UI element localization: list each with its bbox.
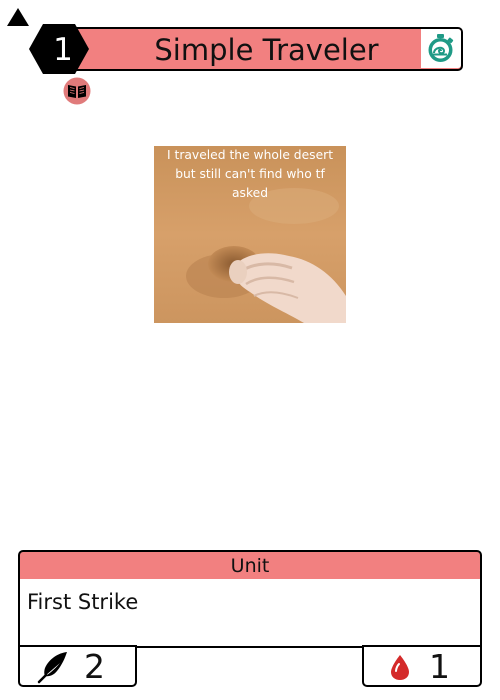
health-value: 1 xyxy=(429,647,450,686)
game-card[interactable]: Simple Traveler 1 I traveled the whole d… xyxy=(0,0,500,700)
timer-badge[interactable] xyxy=(421,29,461,68)
card-text-box: First Strike xyxy=(18,579,482,648)
health-stat: 1 xyxy=(362,645,482,687)
energy-cost-value: 1 xyxy=(53,32,73,68)
feather-quill-icon xyxy=(37,652,67,684)
card-name: Simple Traveler xyxy=(154,33,379,67)
energy-cost-hex: 1 xyxy=(28,22,90,76)
open-book-icon[interactable] xyxy=(63,77,91,105)
snail-stopwatch-icon xyxy=(428,34,454,62)
ability-keyword: First Strike xyxy=(27,590,139,614)
card-type-line: Unit xyxy=(18,550,482,582)
card-title-bar: Simple Traveler xyxy=(54,27,463,71)
card-artwork: I traveled the whole desert but still ca… xyxy=(154,146,346,323)
attack-stat: 2 xyxy=(18,645,137,687)
blood-drop-icon xyxy=(391,655,409,680)
attack-value: 2 xyxy=(84,647,105,686)
artwork-caption: I traveled the whole desert but still ca… xyxy=(166,148,334,200)
lightning-bolt-icon xyxy=(29,22,39,40)
triangle-up-icon[interactable] xyxy=(6,7,30,27)
